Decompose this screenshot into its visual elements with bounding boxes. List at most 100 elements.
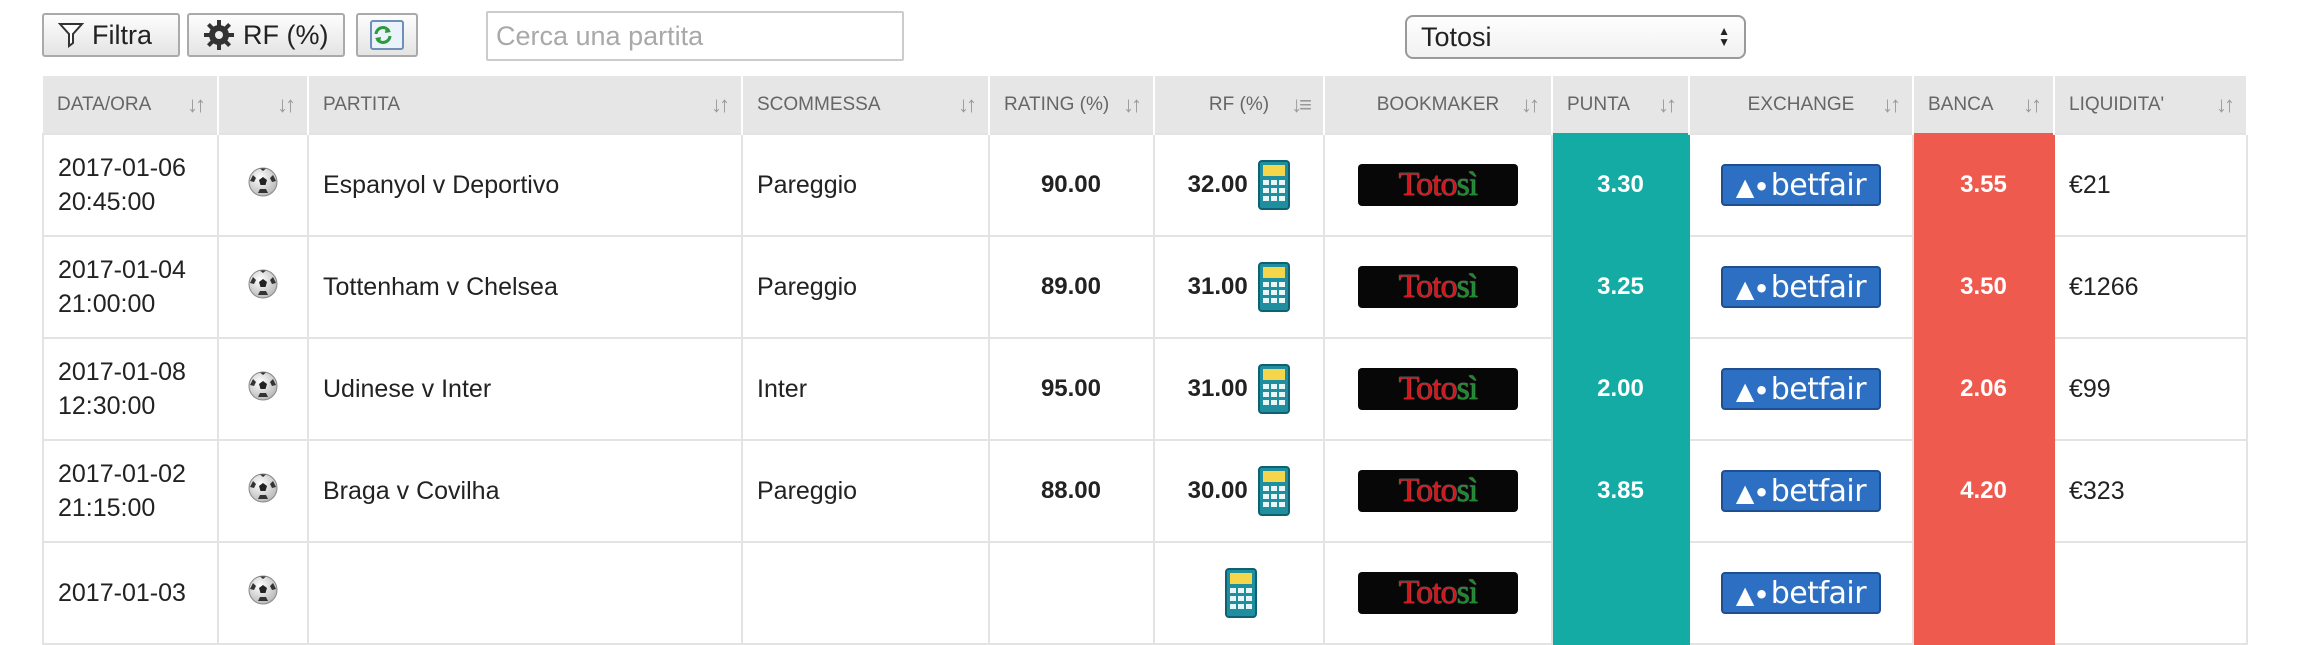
betfair-logo-text: betfair bbox=[1770, 270, 1867, 305]
match-cell[interactable]: Tottenham v Chelsea bbox=[307, 235, 743, 339]
sort-icon[interactable]: ↓↑ bbox=[187, 92, 206, 118]
betfair-logo[interactable]: ▲•betfair bbox=[1721, 572, 1881, 614]
header-banca[interactable]: BANCA ↓↑ bbox=[1913, 76, 2055, 134]
rf-value: 32.00 bbox=[1187, 171, 1248, 198]
match-cell[interactable]: Udinese v Inter bbox=[307, 337, 743, 441]
sort-icon[interactable]: ↓↑ bbox=[2216, 92, 2235, 118]
sort-icon[interactable]: ↓↑ bbox=[2023, 92, 2042, 118]
soccer-ball-icon bbox=[248, 371, 278, 400]
betfair-logo-text: betfair bbox=[1770, 576, 1867, 611]
bookmaker-select[interactable]: Totosi ▲ ▼ bbox=[1405, 15, 1746, 59]
match-cell[interactable]: Braga v Covilha bbox=[307, 439, 743, 543]
search-input[interactable] bbox=[486, 11, 904, 61]
header-exchange[interactable]: EXCHANGE ↓↑ bbox=[1689, 76, 1914, 134]
exchange-cell: ▲•betfair bbox=[1688, 337, 1914, 441]
sort-icon[interactable]: ↓↑ bbox=[1521, 92, 1540, 118]
sort-icon[interactable]: ↓↑ bbox=[1658, 92, 1677, 118]
liquidity-cell bbox=[2053, 541, 2248, 645]
bookmaker-cell: Totosì bbox=[1323, 541, 1553, 645]
bookmaker-cell: Totosì bbox=[1323, 133, 1553, 237]
rf-cell: 31.00 bbox=[1153, 337, 1325, 441]
exchange-cell: ▲•betfair bbox=[1688, 133, 1914, 237]
sort-icon[interactable]: ↓↑ bbox=[277, 92, 296, 118]
betfair-logo[interactable]: ▲•betfair bbox=[1721, 368, 1881, 410]
sort-icon[interactable]: ↓↑ bbox=[711, 92, 730, 118]
calculator-icon[interactable] bbox=[1258, 364, 1291, 414]
betfair-logo[interactable]: ▲•betfair bbox=[1721, 266, 1881, 308]
header-liquidity[interactable]: LIQUIDITA' ↓↑ bbox=[2054, 76, 2248, 134]
exchange-cell: ▲•betfair bbox=[1688, 439, 1914, 543]
sort-icon[interactable]: ↓↑ bbox=[1882, 92, 1901, 118]
totosi-logo[interactable]: Totosì bbox=[1358, 572, 1518, 614]
calculator-icon[interactable] bbox=[1258, 262, 1291, 312]
banca-cell[interactable]: 2.06 bbox=[1912, 337, 2055, 441]
betfair-logo[interactable]: ▲•betfair bbox=[1721, 470, 1881, 512]
banca-cell[interactable]: 3.50 bbox=[1912, 235, 2055, 339]
gear-icon bbox=[204, 20, 234, 50]
bet-cell: Pareggio bbox=[741, 439, 990, 543]
sort-icon[interactable]: ↓↑ bbox=[1123, 92, 1142, 118]
rf-button[interactable]: RF (%) bbox=[187, 13, 345, 57]
toolbar: Filtra RF (%) Tot bbox=[0, 0, 2310, 72]
header-match[interactable]: PARTITA ↓↑ bbox=[308, 76, 743, 134]
calculator-icon[interactable] bbox=[1225, 568, 1257, 618]
liquidity-cell: €99 bbox=[2053, 337, 2248, 441]
header-rf[interactable]: RF (%) ↓≡ bbox=[1154, 76, 1325, 134]
rating-cell bbox=[988, 541, 1155, 645]
table-row[interactable]: 2017-01-08 12:30:00 Udinese v Inter Inter… bbox=[42, 337, 2248, 441]
table-header-row: DATA/ORA ↓↑ ↓↑ PARTITA ↓↑ SCOMMESSA ↓↑ RATI… bbox=[43, 76, 2248, 134]
totosi-logo[interactable]: Totosì bbox=[1358, 266, 1518, 308]
exchange-cell: ▲•betfair bbox=[1688, 235, 1914, 339]
sort-desc-icon[interactable]: ↓≡ bbox=[1291, 92, 1312, 118]
date-value: 2017-01-08 bbox=[58, 358, 186, 386]
match-cell[interactable] bbox=[307, 541, 743, 645]
punta-cell[interactable]: 3.25 bbox=[1551, 235, 1690, 339]
refresh-icon bbox=[370, 20, 404, 50]
punta-cell[interactable]: 2.00 bbox=[1551, 337, 1690, 441]
sport-cell bbox=[217, 133, 309, 237]
liquidity-cell: €323 bbox=[2053, 439, 2248, 543]
filter-icon bbox=[58, 23, 84, 48]
rf-value: 31.00 bbox=[1187, 375, 1248, 402]
time-value: 20:45:00 bbox=[58, 188, 156, 216]
punta-cell[interactable] bbox=[1551, 541, 1690, 645]
totosi-logo[interactable]: Totosì bbox=[1358, 368, 1518, 410]
header-date[interactable]: DATA/ORA ↓↑ bbox=[43, 76, 219, 134]
rf-cell: 32.00 bbox=[1153, 133, 1325, 237]
rating-cell: 88.00 bbox=[988, 439, 1155, 543]
punta-cell[interactable]: 3.85 bbox=[1551, 439, 1690, 543]
sport-cell bbox=[217, 541, 309, 645]
table-row[interactable]: 2017-01-04 21:00:00 Tottenham v Chelsea P… bbox=[42, 235, 2248, 339]
header-rating[interactable]: RATING (%) ↓↑ bbox=[989, 76, 1155, 134]
time-value: 12:30:00 bbox=[58, 392, 156, 420]
bookmaker-cell: Totosì bbox=[1323, 337, 1553, 441]
soccer-ball-icon bbox=[248, 473, 278, 502]
rf-value: 30.00 bbox=[1187, 477, 1248, 504]
rf-cell bbox=[1153, 541, 1325, 645]
header-sport[interactable]: ↓↑ bbox=[218, 76, 309, 134]
bookmaker-cell: Totosì bbox=[1323, 235, 1553, 339]
totosi-logo[interactable]: Totosì bbox=[1358, 164, 1518, 206]
sort-icon[interactable]: ↓↑ bbox=[958, 92, 977, 118]
soccer-ball-icon bbox=[248, 167, 278, 196]
table-row[interactable]: 2017-01-06 20:45:00 Espanyol v Deportivo … bbox=[42, 133, 2248, 237]
filter-button[interactable]: Filtra bbox=[42, 13, 180, 57]
punta-cell[interactable]: 3.30 bbox=[1551, 133, 1690, 237]
header-bookmaker[interactable]: BOOKMAKER ↓↑ bbox=[1324, 76, 1553, 134]
banca-cell[interactable]: 3.55 bbox=[1912, 133, 2055, 237]
calculator-icon[interactable] bbox=[1258, 160, 1291, 210]
header-bet[interactable]: SCOMMESSA ↓↑ bbox=[742, 76, 990, 134]
bookmaker-cell: Totosì bbox=[1323, 439, 1553, 543]
date-cell: 2017-01-02 21:15:00 bbox=[42, 439, 219, 543]
calculator-icon[interactable] bbox=[1258, 466, 1291, 516]
banca-cell[interactable]: 4.20 bbox=[1912, 439, 2055, 543]
table-row[interactable]: 2017-01-03 Totosì ▲•betfair bbox=[42, 541, 2248, 645]
totosi-logo[interactable]: Totosì bbox=[1358, 470, 1518, 512]
refresh-button[interactable] bbox=[356, 13, 418, 57]
liquidity-cell: €21 bbox=[2053, 133, 2248, 237]
betfair-logo[interactable]: ▲•betfair bbox=[1721, 164, 1881, 206]
match-cell[interactable]: Espanyol v Deportivo bbox=[307, 133, 743, 237]
header-punta[interactable]: PUNTA ↓↑ bbox=[1552, 76, 1690, 134]
table-row[interactable]: 2017-01-02 21:15:00 Braga v Covilha Pareg… bbox=[42, 439, 2248, 543]
banca-cell[interactable] bbox=[1912, 541, 2055, 645]
